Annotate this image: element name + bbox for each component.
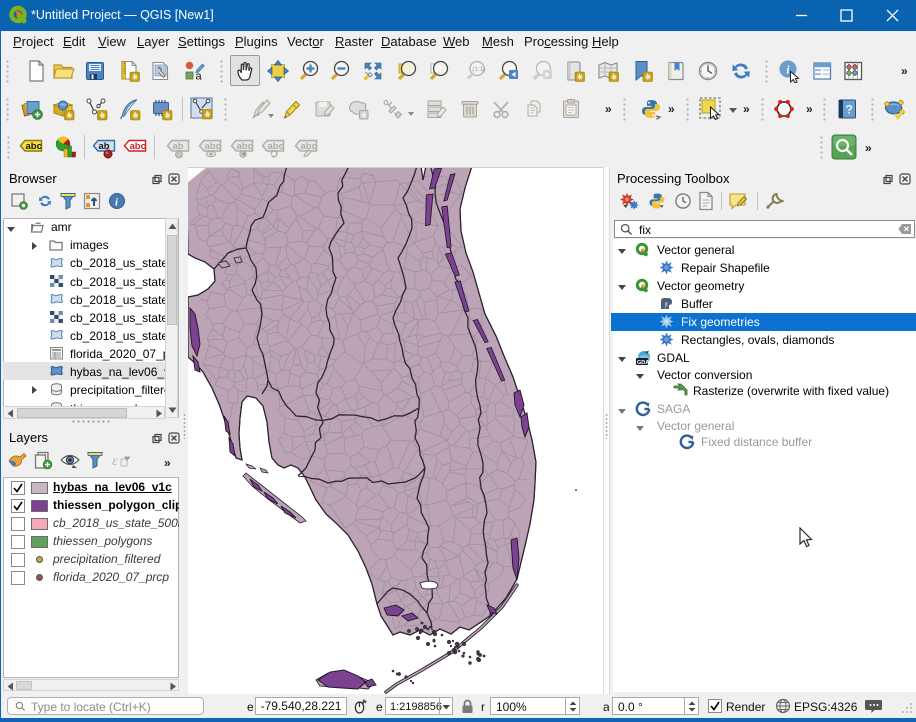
svg-text:?: ?	[846, 103, 853, 117]
svg-text:abc: abc	[130, 141, 146, 152]
svg-text:abc: abc	[26, 141, 42, 152]
svg-text:GDAL: GDAL	[637, 360, 652, 366]
svg-text:(1:1): (1:1)	[472, 66, 485, 73]
svg-text:abc: abc	[268, 141, 284, 152]
svg-text:ε: ε	[112, 454, 118, 469]
svg-text:abc: abc	[205, 141, 221, 152]
svg-text:ab: ab	[173, 141, 184, 152]
svg-text:abc: abc	[237, 141, 253, 152]
